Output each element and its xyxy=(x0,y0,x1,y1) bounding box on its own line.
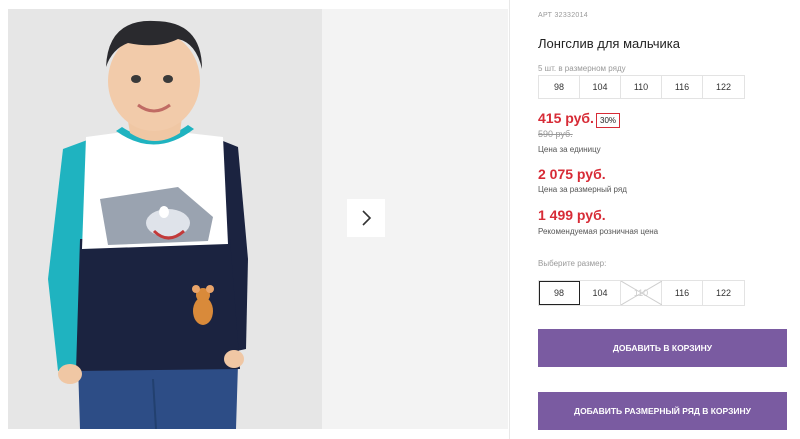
product-photo xyxy=(8,9,322,429)
size-option-label: 110 xyxy=(633,288,649,298)
pack-size-cell: 104 xyxy=(580,76,621,98)
size-picker: 98 104 110 116 122 xyxy=(538,280,745,306)
pack-price-note: Цена за размерный ряд xyxy=(538,185,627,194)
discount-badge: 30% xyxy=(596,113,621,128)
pack-price: 2 075 руб. xyxy=(538,166,606,182)
gallery-next-button[interactable] xyxy=(347,199,385,237)
product-sku: АРТ 32332014 xyxy=(538,12,588,19)
pack-label: 5 шт. в размерном ряду xyxy=(538,64,626,73)
pack-size-cell: 98 xyxy=(539,76,580,98)
add-pack-to-cart-button[interactable]: ДОБАВИТЬ РАЗМЕРНЫЙ РЯД В КОРЗИНУ xyxy=(538,392,787,430)
product-title: Лонгслив для мальчика xyxy=(538,36,680,51)
pack-size-row: 98 104 110 116 122 xyxy=(538,75,745,99)
boy-in-longsleeve-image xyxy=(8,9,322,429)
pack-size-cell: 116 xyxy=(662,76,703,98)
pack-size-cell: 110 xyxy=(621,76,662,98)
size-option-98[interactable]: 98 xyxy=(539,281,580,305)
divider xyxy=(509,0,510,439)
add-to-cart-button[interactable]: ДОБАВИТЬ В КОРЗИНУ xyxy=(538,329,787,367)
size-option-110-unavailable: 110 xyxy=(621,281,662,305)
size-option-104[interactable]: 104 xyxy=(580,281,621,305)
retail-price: 1 499 руб. xyxy=(538,207,606,223)
size-option-116[interactable]: 116 xyxy=(662,281,703,305)
retail-price-note: Рекомендуемая розничная цена xyxy=(538,227,659,236)
size-option-122[interactable]: 122 xyxy=(703,281,744,305)
unit-price: 415 руб. xyxy=(538,110,594,126)
unit-price-note: Цена за единицу xyxy=(538,145,601,154)
pack-size-cell: 122 xyxy=(715,82,732,92)
old-price: 590 руб. xyxy=(538,129,573,139)
chevron-right-icon xyxy=(362,210,372,226)
size-picker-label: Выберите размер: xyxy=(538,259,607,268)
